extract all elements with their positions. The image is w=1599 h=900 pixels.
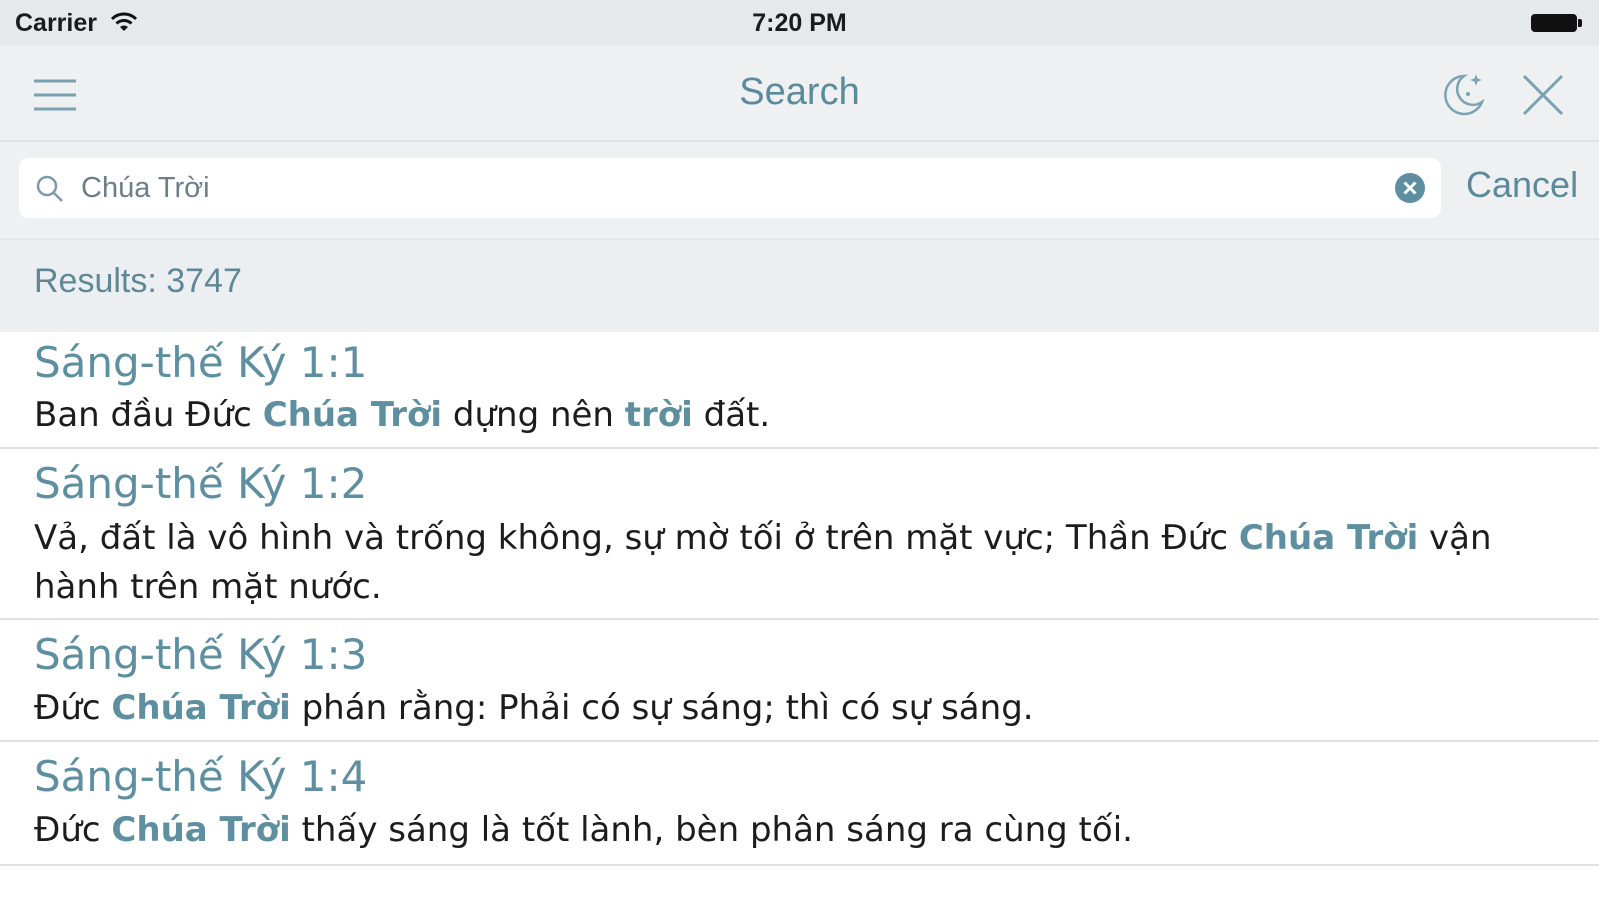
verse-text-segment: dựng nên [442,395,625,435]
verse-text-segment: Vả, đất là vô hình và trống không, sự mờ… [34,518,1239,558]
verse-text: Ban đầu Đức Chúa Trời dựng nên trời đất. [34,391,1574,440]
nav-bar: Search [0,46,1599,142]
verse-text: Đức Chúa Trời phán rằng: Phải có sự sáng… [34,684,1574,733]
verse-reference: Sáng-thế Ký 1:1 [34,338,368,387]
verse-reference: Sáng-thế Ký 1:4 [34,752,368,801]
close-icon[interactable] [1518,70,1568,120]
verse-text: Đức Chúa Trời thấy sáng là tốt lành, bèn… [34,806,1574,855]
results-header: Results: 3747 [0,238,1599,332]
verse-text-segment: Đức [34,810,112,850]
search-match: Chúa Trời [111,688,291,728]
result-item[interactable]: Sáng-thế Ký 1:4 Đức Chúa Trời thấy sáng … [0,742,1599,866]
verse-text-segment: đất. [692,395,771,435]
search-match: Chúa Trời [262,395,443,435]
cancel-button[interactable]: Cancel [1466,164,1578,206]
clear-search-icon[interactable] [1394,172,1426,204]
battery-icon [1531,14,1583,32]
status-time: 7:20 PM [752,9,847,37]
verse-reference: Sáng-thế Ký 1:2 [34,459,368,508]
result-item[interactable]: Sáng-thế Ký 1:1 Ban đầu Đức Chúa Trời dự… [0,332,1599,449]
result-item[interactable]: Sáng-thế Ký 1:3 Đức Chúa Trời phán rằng:… [0,620,1599,742]
status-bar: Carrier 7:20 PM [0,0,1599,46]
search-match: Chúa Trời [1238,518,1419,558]
search-bar: Cancel [0,142,1599,238]
verse-text-segment: Đức [34,688,112,728]
result-item[interactable]: Sáng-thế Ký 1:2 Vả, đất là vô hình và tr… [0,449,1599,620]
results-count: Results: 3747 [34,262,242,300]
verse-reference: Sáng-thế Ký 1:3 [34,630,368,679]
verse-text-segment: Ban đầu Đức [34,395,263,435]
search-icon [36,175,63,202]
search-match: Chúa Trời [111,810,291,850]
verse-text-segment: thấy sáng là tốt lành, bèn phân sáng ra … [290,810,1133,850]
verse-text-segment: phán rằng: Phải có sự sáng; thì có sự sá… [290,688,1034,728]
search-match: trời [624,395,693,435]
search-input[interactable] [81,166,1381,210]
verse-text: Vả, đất là vô hình và trống không, sự mờ… [34,514,1574,612]
page-title: Search [739,71,860,113]
night-mode-icon[interactable] [1438,70,1488,120]
search-field[interactable] [19,158,1441,218]
